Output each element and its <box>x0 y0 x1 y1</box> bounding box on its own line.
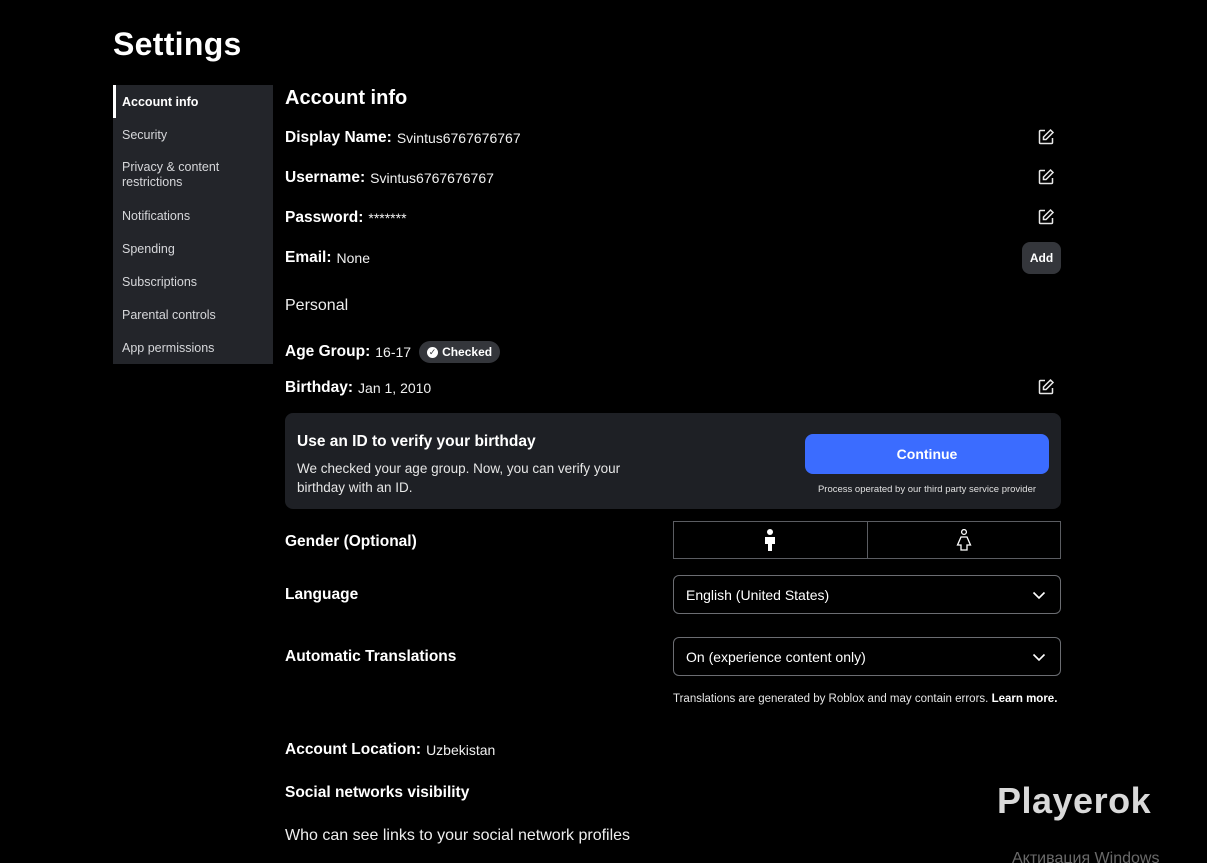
sidebar-item-label: Subscriptions <box>122 274 198 289</box>
provider-note: Process operated by our third party serv… <box>817 484 1037 495</box>
chevron-down-icon <box>1032 591 1046 600</box>
email-row: Email: None Add <box>285 242 1061 274</box>
sidebar-item-label: App permissions <box>122 340 215 355</box>
edit-password-icon[interactable] <box>1037 208 1057 228</box>
sidebar-item-label: Security <box>122 127 168 142</box>
verify-description: We checked your age group. Now, you can … <box>297 461 621 495</box>
male-icon <box>765 529 776 551</box>
playerok-watermark: Playerok <box>997 780 1152 821</box>
sidebar-item-subscriptions[interactable]: Subscriptions <box>113 265 273 298</box>
checked-badge: ✓ Checked <box>419 341 501 363</box>
password-row: Password: ******* <box>285 207 1061 229</box>
age-group-row: Age Group: 16-17 ✓ Checked <box>285 340 1061 364</box>
gender-option-female[interactable] <box>867 521 1061 559</box>
continue-button[interactable]: Continue <box>805 434 1049 474</box>
username-row: Username: Svintus6767676767 <box>285 167 1061 189</box>
check-icon: ✓ <box>427 346 439 358</box>
sidebar-item-app-permissions[interactable]: App permissions <box>113 331 273 364</box>
username-value: Svintus6767676767 <box>370 170 494 186</box>
display-name-row: Display Name: Svintus6767676767 <box>285 127 1061 149</box>
windows-activation-notice: Активация Windows <box>1012 850 1160 863</box>
language-selected-value: English (United States) <box>686 586 830 603</box>
verify-birthday-card: Use an ID to verify your birthday We che… <box>285 413 1061 509</box>
translations-note: Translations are generated by Roblox and… <box>673 689 1061 709</box>
gender-option-male[interactable] <box>673 521 868 559</box>
password-label: Password: <box>285 209 364 226</box>
sidebar-item-label: Privacy & content restrictions <box>122 160 220 189</box>
sidebar-item-privacy[interactable]: Privacy & content restrictions <box>113 151 253 199</box>
gender-label: Gender (Optional) <box>285 533 417 550</box>
sidebar-item-label: Spending <box>122 241 175 256</box>
email-value: None <box>336 250 370 266</box>
sidebar-item-parental-controls[interactable]: Parental controls <box>113 298 273 331</box>
sidebar-item-notifications[interactable]: Notifications <box>113 199 273 232</box>
add-email-button[interactable]: Add <box>1022 242 1061 274</box>
location-value: Uzbekistan <box>426 742 496 758</box>
sidebar-item-spending[interactable]: Spending <box>113 232 273 265</box>
display-name-label: Display Name: <box>285 129 392 146</box>
chevron-down-icon <box>1032 653 1046 662</box>
female-icon <box>956 529 972 551</box>
birthday-label: Birthday: <box>285 379 354 396</box>
settings-sidebar: Account info Security Privacy & content … <box>113 85 273 364</box>
social-title-row: Social networks visibility <box>285 782 1061 804</box>
language-select[interactable]: English (United States) <box>673 575 1061 614</box>
username-label: Username: <box>285 169 366 186</box>
verify-title: Use an ID to verify your birthday <box>297 433 536 450</box>
sidebar-item-label: Parental controls <box>122 307 216 322</box>
edit-username-icon[interactable] <box>1037 168 1057 188</box>
social-title: Social networks visibility <box>285 784 470 801</box>
age-group-value: 16-17 <box>375 344 412 360</box>
gender-selector <box>673 521 1061 559</box>
sidebar-item-security[interactable]: Security <box>113 118 273 151</box>
translations-selected-value: On (experience content only) <box>686 648 866 665</box>
birthday-value: Jan 1, 2010 <box>358 380 432 396</box>
password-value: ******* <box>368 210 407 226</box>
edit-display-name-icon[interactable] <box>1037 128 1057 148</box>
translations-select[interactable]: On (experience content only) <box>673 637 1061 676</box>
language-label: Language <box>285 586 359 603</box>
section-title-account-info: Account info <box>285 87 408 109</box>
birthday-row: Birthday: Jan 1, 2010 <box>285 377 1061 399</box>
age-group-label: Age Group: <box>285 343 371 360</box>
sidebar-item-label: Notifications <box>122 208 191 223</box>
social-subtitle: Who can see links to your social network… <box>285 827 631 844</box>
sidebar-item-account-info[interactable]: Account info <box>113 85 273 118</box>
sidebar-item-label: Account info <box>122 94 199 109</box>
page-title: Settings <box>113 26 242 62</box>
location-row: Account Location: Uzbekistan <box>285 739 1061 761</box>
section-title-personal: Personal <box>285 297 349 314</box>
translations-note-text: Translations are generated by Roblox and… <box>673 693 989 705</box>
email-label: Email: <box>285 249 332 266</box>
learn-more-link[interactable]: Learn more. <box>992 693 1058 705</box>
badge-label: Checked <box>442 345 493 359</box>
display-name-value: Svintus6767676767 <box>396 130 521 146</box>
edit-birthday-icon[interactable] <box>1037 378 1057 398</box>
location-label: Account Location: <box>285 741 422 758</box>
translations-label: Automatic Translations <box>285 648 457 665</box>
